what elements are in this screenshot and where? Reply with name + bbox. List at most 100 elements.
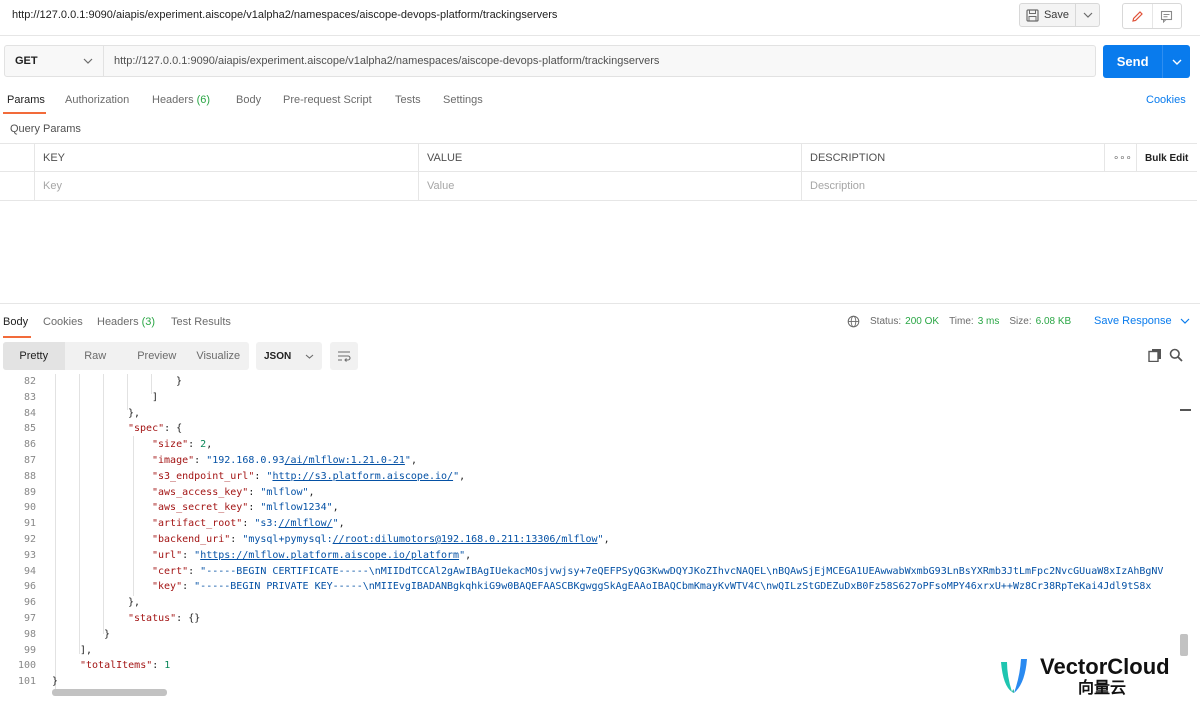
json-number: 2 [200,439,207,451]
view-visualize[interactable]: Visualize [188,342,250,370]
json-punct: : {} [176,613,201,624]
send-button[interactable]: Send [1103,45,1190,78]
code-line: } [176,376,183,387]
json-link[interactable]: //root:dilumotors@192.168.0.211:13306/ml… [333,534,598,545]
json-link[interactable]: http://s3.platform.aiscope.io/ [272,471,453,482]
view-raw[interactable]: Raw [65,342,127,370]
json-string: " [404,455,411,466]
edit-button[interactable] [1123,4,1153,28]
line-number: 91 [23,518,36,530]
tab-headers[interactable]: Headers (6) [152,94,210,106]
column-key: KEY [34,144,418,172]
line-number: 84 [23,407,36,419]
tab-prerequest-script[interactable]: Pre-request Script [283,94,372,106]
brand-name-cn: 向量云 [1078,678,1127,697]
method-select[interactable]: GET [4,45,104,77]
column-description: DESCRIPTION [801,144,1104,172]
response-status-bar: Status: 200 OK Time: 3 ms Size: 6.08 KB [847,315,1077,328]
search-icon[interactable] [1169,348,1183,362]
code-line: "key": "-----BEGIN PRIVATE KEY-----\nMII… [152,581,1152,593]
tab-body[interactable]: Body [236,94,261,106]
code-line: "totalItems": 1 [80,660,171,672]
edit-toggle-group [1122,3,1182,29]
response-body-editor[interactable]: 82 83 84 85 86 87 88 89 90 91 92 93 94 9… [0,374,1192,690]
chevron-down-icon [1083,12,1092,18]
comment-icon [1161,10,1173,23]
tab-settings[interactable]: Settings [443,94,483,106]
code-line: }, [128,407,141,419]
line-number: 92 [23,534,36,545]
json-string: "s3: [254,518,279,530]
chevron-down-icon [83,58,93,64]
view-pretty[interactable]: Pretty [3,342,65,370]
send-options-button[interactable] [1162,45,1190,78]
json-key: "url" [152,549,183,561]
view-preview[interactable]: Preview [126,342,188,370]
save-response-button[interactable]: Save Response [1094,315,1190,327]
tab-tests[interactable]: Tests [395,94,421,106]
json-link[interactable]: //mlflow/ [278,518,332,529]
chevron-down-icon [305,354,314,359]
line-number: 94 [23,565,36,577]
json-key: "status" [128,613,177,624]
horizontal-scrollbar[interactable] [52,689,167,696]
code-line: "cert": "-----BEGIN CERTIFICATE-----\nMI… [152,565,1164,577]
copy-icon[interactable] [1148,348,1162,362]
line-number: 97 [23,613,36,624]
tab-headers-count: (6) [196,94,211,106]
time-label: Time: [949,316,974,327]
globe-icon[interactable] [847,315,860,328]
top-divider [0,35,1200,36]
size-value[interactable]: 6.08 KB [1036,316,1072,327]
json-link[interactable]: /ai/mlflow:1.21.0-21 [284,455,404,466]
json-string: " [597,534,604,545]
save-options-button[interactable] [1076,3,1100,27]
save-button[interactable]: Save [1019,3,1076,27]
response-tab-cookies[interactable]: Cookies [43,316,83,328]
json-string: "-----BEGIN PRIVATE KEY-----\nMIIEvgIBAD… [194,581,1152,593]
line-number: 85 [23,423,36,435]
active-tab-indicator [3,112,46,114]
bulk-edit-button[interactable]: Bulk Edit [1136,144,1197,172]
status-value[interactable]: 200 OK [905,316,939,327]
code-line: ], [80,644,93,656]
line-number: 83 [23,391,36,403]
wrap-lines-icon [338,351,351,362]
tab-authorization[interactable]: Authorization [65,94,129,106]
tab-params[interactable]: Params [7,94,45,106]
indent-guide [127,374,128,410]
url-input[interactable] [104,45,1096,77]
format-select[interactable]: JSON [256,342,322,370]
code-line: } [104,628,111,640]
code-line: "backend_uri": "mysql+pymysql://root:dil… [152,534,610,545]
code-line: "aws_access_key": "mlflow", [152,486,315,498]
json-key: "size" [152,439,189,451]
line-number: 93 [23,549,36,561]
vertical-scrollbar[interactable] [1180,634,1188,656]
row-checkbox[interactable] [0,172,34,200]
format-label: JSON [264,350,292,362]
response-tab-test-results[interactable]: Test Results [171,316,231,328]
json-link[interactable]: https://mlflow.platform.aiscope.io/platf… [200,550,459,561]
value-input[interactable]: Value [418,172,801,200]
more-options-button[interactable]: ∘∘∘ [1104,144,1136,172]
line-number: 99 [23,644,36,656]
wrap-lines-button[interactable] [330,342,358,370]
key-input[interactable]: Key [34,172,418,200]
chevron-down-icon [1172,59,1182,65]
response-divider [0,303,1200,304]
json-string: " [459,549,466,561]
time-value[interactable]: 3 ms [978,316,1000,327]
json-key: "backend_uri" [152,534,231,545]
pencil-icon [1131,10,1143,22]
code-line: "aws_secret_key": "mlflow1234", [152,502,339,514]
scroll-marker [1180,409,1191,411]
save-icon [1026,8,1039,22]
response-tab-headers[interactable]: Headers (3) [97,316,155,328]
description-input[interactable]: Description [801,172,1197,200]
response-tab-body[interactable]: Body [3,316,28,328]
request-title[interactable]: http://127.0.0.1:9090/aiapis/experiment.… [12,9,557,21]
comments-button[interactable] [1153,4,1182,28]
brand-text: VectorCloud 向量云 [1040,656,1170,696]
cookies-link[interactable]: Cookies [1146,94,1186,106]
